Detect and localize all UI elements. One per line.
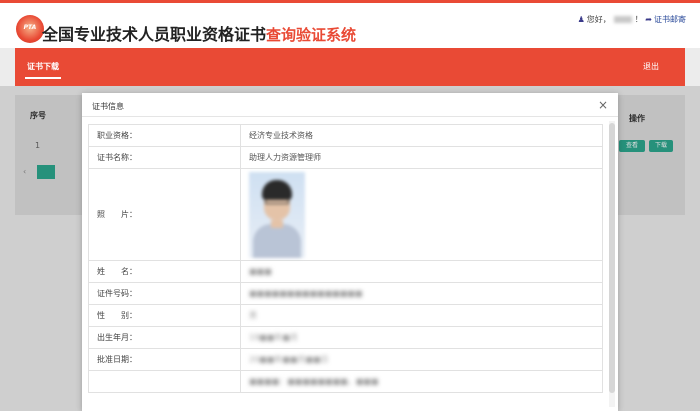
row-value: ■■■ (249, 267, 272, 276)
share-icon: ➦ (645, 15, 652, 24)
close-icon[interactable]: × (598, 98, 608, 112)
row-label: 证书名称： (88, 146, 241, 169)
row-label: 证件号码： (88, 282, 241, 305)
cert-info-modal: 证书信息 × 职业资格： 经济专业技术资格 证书名称： 助理人力资源管理师 照 … (82, 93, 618, 411)
table-row: 批准日期： 20■■年■■月■■日 (88, 348, 603, 371)
cert-info-table: 职业资格： 经济专业技术资格 证书名称： 助理人力资源管理师 照 片： 姓 名： (88, 124, 603, 393)
row-value: 男 (249, 311, 257, 320)
table-row: 照 片： (88, 168, 603, 261)
greeting-suffix: ！ (634, 15, 643, 24)
row-value: 助理人力资源管理师 (240, 146, 603, 169)
user-name (613, 16, 632, 23)
tab-cert-download[interactable]: 证书下载 (25, 61, 61, 79)
table-row: 性 别： 男 (88, 304, 603, 327)
row-label: 职业资格： (88, 124, 241, 147)
row-label: 照 片： (88, 168, 241, 261)
id-photo (249, 171, 305, 258)
site-title: 全国专业技术人员职业资格证书查询验证系统 (42, 21, 356, 45)
row-label: 姓 名： (88, 260, 241, 283)
site-header: PTA 全国专业技术人员职业资格证书查询验证系统 ♟ 您好， ！ ➦ 证书邮寄 (0, 3, 700, 48)
row-value: 19■■年■月 (249, 333, 298, 342)
modal-title: 证书信息 (92, 102, 124, 111)
photo-cell (240, 168, 603, 261)
table-row: 姓 名： ■■■ (88, 260, 603, 283)
logout-link[interactable]: 退出 (643, 61, 659, 72)
table-row: ■■■■：■■■■■■■■，■■■ (88, 370, 603, 393)
row-value: ■■■■■■■■■■■■■■■ (249, 289, 363, 298)
table-row: 出生年月： 19■■年■月 (88, 326, 603, 349)
site-title-main: 全国专业技术人员职业资格证书 (42, 25, 267, 44)
table-row: 职业资格： 经济专业技术资格 (88, 124, 603, 147)
site-title-accent: 查询验证系统 (266, 26, 357, 44)
table-row: 证件号码： ■■■■■■■■■■■■■■■ (88, 282, 603, 305)
row-label: 出生年月： (88, 326, 241, 349)
row-label (88, 370, 241, 393)
row-value: 经济专业技术资格 (240, 124, 603, 147)
table-row: 证书名称： 助理人力资源管理师 (88, 146, 603, 169)
site-logo: PTA (16, 15, 44, 43)
main-nav: 证书下载 退出 (15, 48, 685, 86)
modal-scrollbar-thumb[interactable] (609, 123, 615, 393)
user-bar: ♟ 您好， ！ ➦ 证书邮寄 (578, 14, 686, 25)
row-value: ■■■■：■■■■■■■■，■■■ (249, 377, 379, 386)
row-label: 性 别： (88, 304, 241, 327)
greeting: 您好， (586, 15, 611, 24)
row-label: 批准日期： (88, 348, 241, 371)
cert-mail-link[interactable]: 证书邮寄 (654, 15, 686, 24)
modal-header: 证书信息 × (82, 93, 618, 117)
row-value: 20■■年■■月■■日 (249, 355, 329, 364)
user-icon: ♟ (577, 15, 585, 24)
